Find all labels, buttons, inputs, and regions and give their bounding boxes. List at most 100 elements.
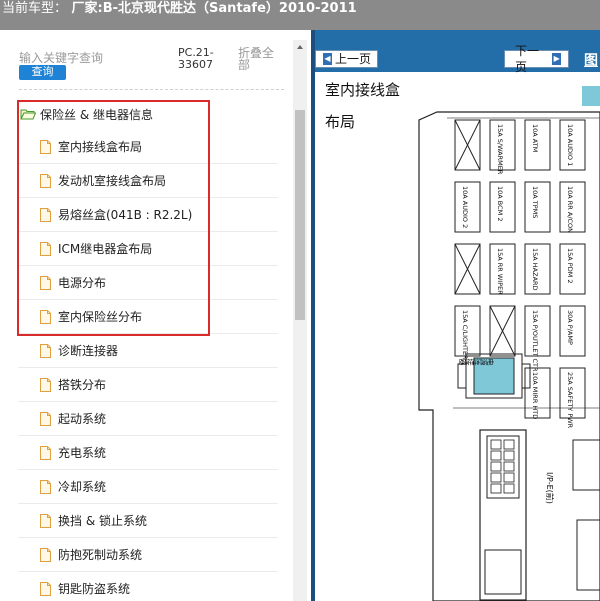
document-icon [40, 445, 51, 460]
left-panel: 查询 PC.21-33607 折叠全部 保险丝 & 继电器信息 室内接线盒布局发… [0, 30, 311, 601]
document-icon [40, 547, 51, 562]
page-nav-bar: ◀ 上一页 下一页 ▶ 图 [315, 30, 600, 74]
tree-item[interactable]: 发动机室接线盒布局 [18, 164, 278, 198]
fuse-label: 10A AUDIO 2 [461, 186, 469, 228]
document-icon [40, 343, 51, 358]
connector-label: I/P-E(前) [545, 472, 555, 504]
document-code: PC.21-33607 [178, 46, 214, 71]
tree-item-label: ICM继电器盒布局 [58, 242, 153, 256]
fuse-label: 10A ATM [531, 124, 539, 152]
tree-folder-fuse-relay[interactable]: 保险丝 & 继电器信息 [18, 98, 278, 130]
left-arrow-icon: ◀ [323, 53, 332, 65]
document-icon [40, 513, 51, 528]
tree-item[interactable]: 室内接线盒布局 [18, 130, 278, 164]
tree-item-label: 电源分布 [58, 276, 107, 290]
connector-pin [490, 450, 502, 461]
tree-item[interactable]: 搭铁分布 [18, 368, 278, 402]
right-panel: ◀ 上一页 下一页 ▶ 图 室内接线盒 布局 15A S/WARMER 10A A… [315, 30, 600, 601]
tree-item-label: 易熔丝盒(041B : R2.2L) [58, 208, 193, 222]
tree-folder-label: 保险丝 & 继电器信息 [40, 107, 153, 122]
tree-item-label: 搭铁分布 [58, 378, 107, 392]
vehicle-label: 当前车型： [2, 1, 68, 16]
navigation-tree: 保险丝 & 继电器信息 室内接线盒布局发动机室接线盒布局易熔丝盒(041B : … [18, 98, 278, 601]
scroll-thumb[interactable] [295, 110, 305, 320]
tree-item[interactable]: 室内保险丝分布 [18, 300, 278, 334]
document-icon [40, 411, 51, 426]
vehicle-header: 当前车型： 厂家:B-北京现代胜达（Santafe）2010-2011 [0, 0, 600, 30]
connector-pin [503, 472, 515, 483]
empty-fuse-slot-mark [454, 243, 481, 295]
fuse-label: 10A TPMS [531, 186, 539, 218]
tree-item[interactable]: 易熔丝盒(041B : R2.2L) [18, 198, 278, 232]
document-icon [40, 139, 51, 154]
document-icon [40, 207, 51, 222]
tree-item[interactable]: 钥匙防盗系统 [18, 572, 278, 601]
tree-scrollbar[interactable] [293, 40, 307, 601]
tree-item[interactable]: 电源分布 [18, 266, 278, 300]
fuse-label: 25A SAFETY PWR [566, 372, 574, 429]
tree-item-label: 钥匙防盗系统 [58, 582, 131, 596]
connector-pin [503, 483, 515, 494]
empty-fuse-slot-mark [454, 119, 481, 171]
tree-item[interactable]: 换挡 & 锁止系统 [18, 504, 278, 538]
prev-page-button[interactable]: ◀ 上一页 [315, 50, 378, 68]
empty-fuse-slot-mark [489, 305, 516, 357]
tree-item-label: 起动系统 [58, 412, 107, 426]
fuse-label: 15A RR WIPER [496, 248, 504, 295]
tree-item-label: 发动机室接线盒布局 [58, 174, 167, 188]
document-icon [40, 173, 51, 188]
open-folder-icon [20, 109, 36, 120]
nav-extra-link[interactable]: 图 [584, 50, 598, 70]
tree-item-label: 防抱死制动系统 [58, 548, 143, 562]
document-icon [40, 275, 51, 290]
tree-item[interactable]: 诊断连接器 [18, 334, 278, 368]
connector-pin [490, 472, 502, 483]
power-connector-relay: 电源连接器 [457, 353, 531, 399]
connector-pin [490, 439, 502, 450]
fold-all-button[interactable]: 折叠全部 [238, 47, 283, 71]
fuse-label: 15A C/LIGHTER [461, 310, 469, 360]
fuse-box-diagram: 15A S/WARMER 10A ATM 10A AUDIO 1 10A AUDIO … [418, 111, 600, 601]
tree-item-label: 室内接线盒布局 [58, 140, 143, 154]
fuse-label: 15A PDM 2 [566, 248, 574, 284]
fuse-label: 10A RR A/CON [566, 186, 574, 233]
relay-socket-right-2 [576, 519, 600, 591]
fuse-label: 10A BCM 2 [496, 186, 504, 221]
connector-pin [503, 439, 515, 450]
fuse-label: 30A P/AMP [566, 310, 574, 345]
search-input[interactable] [19, 50, 169, 66]
fuse-label: 15A HAZARD [531, 248, 539, 291]
connector-pin [490, 483, 502, 494]
power-connector-label: 电源连接器 [458, 358, 495, 366]
relay-socket-right [572, 439, 600, 491]
page-title-line-1: 室内接线盒 [325, 81, 401, 99]
tree-item[interactable]: ICM继电器盒布局 [18, 232, 278, 266]
fuse-label: 15A S/WARMER [496, 124, 504, 175]
search-button[interactable]: 查询 [19, 65, 66, 80]
fuse-label: 15A P/OUTLET CTR [531, 310, 539, 372]
tree-item[interactable]: 起动系统 [18, 402, 278, 436]
right-arrow-icon: ▶ [552, 53, 561, 65]
tree-item[interactable]: 防抱死制动系统 [18, 538, 278, 572]
tree-item-label: 换挡 & 锁止系统 [58, 514, 147, 528]
prev-page-label: 上一页 [335, 52, 372, 66]
connector-pin [503, 450, 515, 461]
fuse-label: 10A MIRR HTD [531, 372, 539, 419]
tree-item-label: 室内保险丝分布 [58, 310, 143, 324]
next-page-button[interactable]: 下一页 ▶ [504, 44, 569, 74]
vehicle-name: 厂家:B-北京现代胜达（Santafe）2010-2011 [71, 1, 357, 16]
document-icon [40, 479, 51, 494]
document-icon [40, 309, 51, 324]
search-area: 查询 PC.21-33607 折叠全部 [0, 30, 290, 90]
fuse-label: 10A AUDIO 1 [566, 124, 574, 166]
tree-item[interactable]: 充电系统 [18, 436, 278, 470]
next-page-label: 下一页 [515, 44, 540, 74]
tree-item-label: 诊断连接器 [58, 344, 119, 358]
tree-item[interactable]: 冷却系统 [18, 470, 278, 504]
search-divider [19, 89, 284, 90]
connector-pin [490, 461, 502, 472]
cyan-marker [582, 86, 600, 106]
tree-item-label: 充电系统 [58, 446, 107, 460]
connector-pin [503, 461, 515, 472]
scroll-up-icon[interactable] [293, 40, 307, 54]
